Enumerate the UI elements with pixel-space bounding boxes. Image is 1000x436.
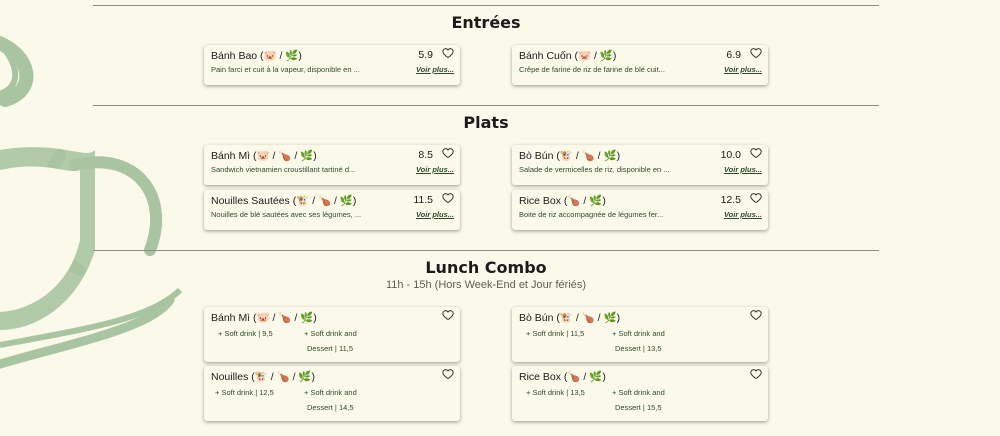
section-title-plats: Plats [463, 113, 509, 132]
menu-item-card[interactable]: Nouilles Sautées (🐮 / 🍗 / 🌿) 11.5 Nouill… [204, 190, 460, 230]
item-name: Bánh Mì (🐷 / 🍗 / 🌿) [211, 150, 317, 162]
section-title-entrees: Entrées [451, 13, 521, 32]
item-name: Bánh Mì (🐷 / 🍗 / 🌿) [211, 312, 317, 324]
combo-option-drink-dessert-price: Dessert | 15,5 [615, 403, 662, 412]
heart-outline-icon[interactable] [750, 368, 762, 380]
heart-outline-icon[interactable] [442, 309, 454, 321]
section-divider [93, 250, 879, 251]
combo-option-drink-dessert-price: Dessert | 13,5 [615, 344, 662, 353]
item-description: Salade de vermicelles de riz, disponible… [519, 165, 670, 174]
item-price: 10.0 [720, 149, 741, 161]
menu-item-card[interactable]: Rice Box (🍗 / 🌿) 12.5 Boite de riz accom… [512, 190, 768, 230]
item-name: Rice Box (🍗 / 🌿) [519, 371, 606, 383]
see-more-link[interactable]: Voir plus... [416, 65, 454, 74]
combo-card[interactable]: Rice Box (🍗 / 🌿) + Soft drink | 13,5 + S… [512, 366, 768, 421]
item-description: Sandwich vietnamien croustillant tartiné… [211, 165, 356, 174]
combo-card[interactable]: Bánh Mì (🐷 / 🍗 / 🌿) + Soft drink | 9,5 +… [204, 307, 460, 362]
item-name: Bò Bún (🐮 / 🍗 / 🌿) [519, 312, 621, 324]
heart-outline-icon[interactable] [442, 192, 454, 204]
combo-option-drink-dessert-price: Dessert | 11,5 [307, 344, 353, 353]
heart-outline-icon[interactable] [750, 147, 762, 159]
see-more-link[interactable]: Voir plus... [724, 165, 762, 174]
section-divider [93, 105, 879, 106]
item-description: Boite de riz accompagnée de légumes fer.… [519, 210, 664, 219]
item-name: Nouilles (🐮 / 🍗 / 🌿) [211, 371, 315, 383]
combo-option-drink-dessert: + Soft drink and [304, 388, 357, 397]
item-price: 6.9 [726, 49, 741, 61]
item-price: 5.9 [418, 49, 433, 61]
combo-option-soft-drink: + Soft drink | 11,5 [526, 329, 585, 338]
combo-option-drink-dessert: + Soft drink and [612, 329, 665, 338]
item-description: Nouilles de blé sautées avec ses légumes… [211, 210, 362, 219]
section-divider [93, 5, 879, 6]
section-title-lunch-combo: Lunch Combo [425, 258, 547, 277]
item-name: Rice Box (🍗 / 🌿) [519, 195, 606, 207]
menu-item-card[interactable]: Bánh Bao (🐷 / 🌿) 5.9 Pain farci et cuit … [204, 45, 460, 85]
combo-option-soft-drink: + Soft drink | 12,5 [215, 388, 274, 397]
heart-outline-icon[interactable] [442, 147, 454, 159]
combo-card[interactable]: Nouilles (🐮 / 🍗 / 🌿) + Soft drink | 12,5… [204, 366, 460, 421]
item-name: Bánh Bao (🐷 / 🌿) [211, 50, 302, 62]
heart-outline-icon[interactable] [750, 192, 762, 204]
combo-card[interactable]: Bò Bún (🐮 / 🍗 / 🌿) + Soft drink | 11,5 +… [512, 307, 768, 362]
item-price: 11.5 [413, 194, 433, 206]
item-description: Crêpe de farine de riz de farine de blé … [519, 65, 665, 74]
section-subtitle-lunch-hours: 11h - 15h (Hors Week-End et Jour fériés) [385, 279, 587, 291]
menu-item-card[interactable]: Bánh Cuốn (🐷 / 🌿) 6.9 Crêpe de farine de… [512, 45, 768, 85]
see-more-link[interactable]: Voir plus... [416, 210, 454, 219]
heart-outline-icon[interactable] [442, 47, 454, 59]
combo-option-drink-dessert-price: Dessert | 14,5 [307, 403, 354, 412]
combo-option-drink-dessert: + Soft drink and [612, 388, 665, 397]
heart-outline-icon[interactable] [442, 368, 454, 380]
menu-item-card[interactable]: Bánh Mì (🐷 / 🍗 / 🌿) 8.5 Sandwich vietnam… [204, 145, 460, 185]
combo-option-soft-drink: + Soft drink | 9,5 [218, 329, 273, 338]
item-name: Nouilles Sautées (🐮 / 🍗 / 🌿) [211, 195, 357, 207]
item-description: Pain farci et cuit à la vapeur, disponib… [211, 65, 360, 74]
menu-item-card[interactable]: Bò Bún (🐮 / 🍗 / 🌿) 10.0 Salade de vermic… [512, 145, 768, 185]
item-price: 12.5 [720, 194, 741, 206]
see-more-link[interactable]: Voir plus... [416, 165, 454, 174]
heart-outline-icon[interactable] [750, 47, 762, 59]
combo-option-drink-dessert: + Soft drink and [304, 329, 357, 338]
item-price: 8.5 [418, 149, 433, 161]
see-more-link[interactable]: Voir plus... [724, 65, 762, 74]
see-more-link[interactable]: Voir plus... [724, 210, 762, 219]
item-name: Bánh Cuốn (🐷 / 🌿) [519, 50, 617, 62]
item-name: Bò Bún (🐮 / 🍗 / 🌿) [519, 150, 621, 162]
heart-outline-icon[interactable] [750, 309, 762, 321]
combo-option-soft-drink: + Soft drink | 13,5 [526, 388, 585, 397]
